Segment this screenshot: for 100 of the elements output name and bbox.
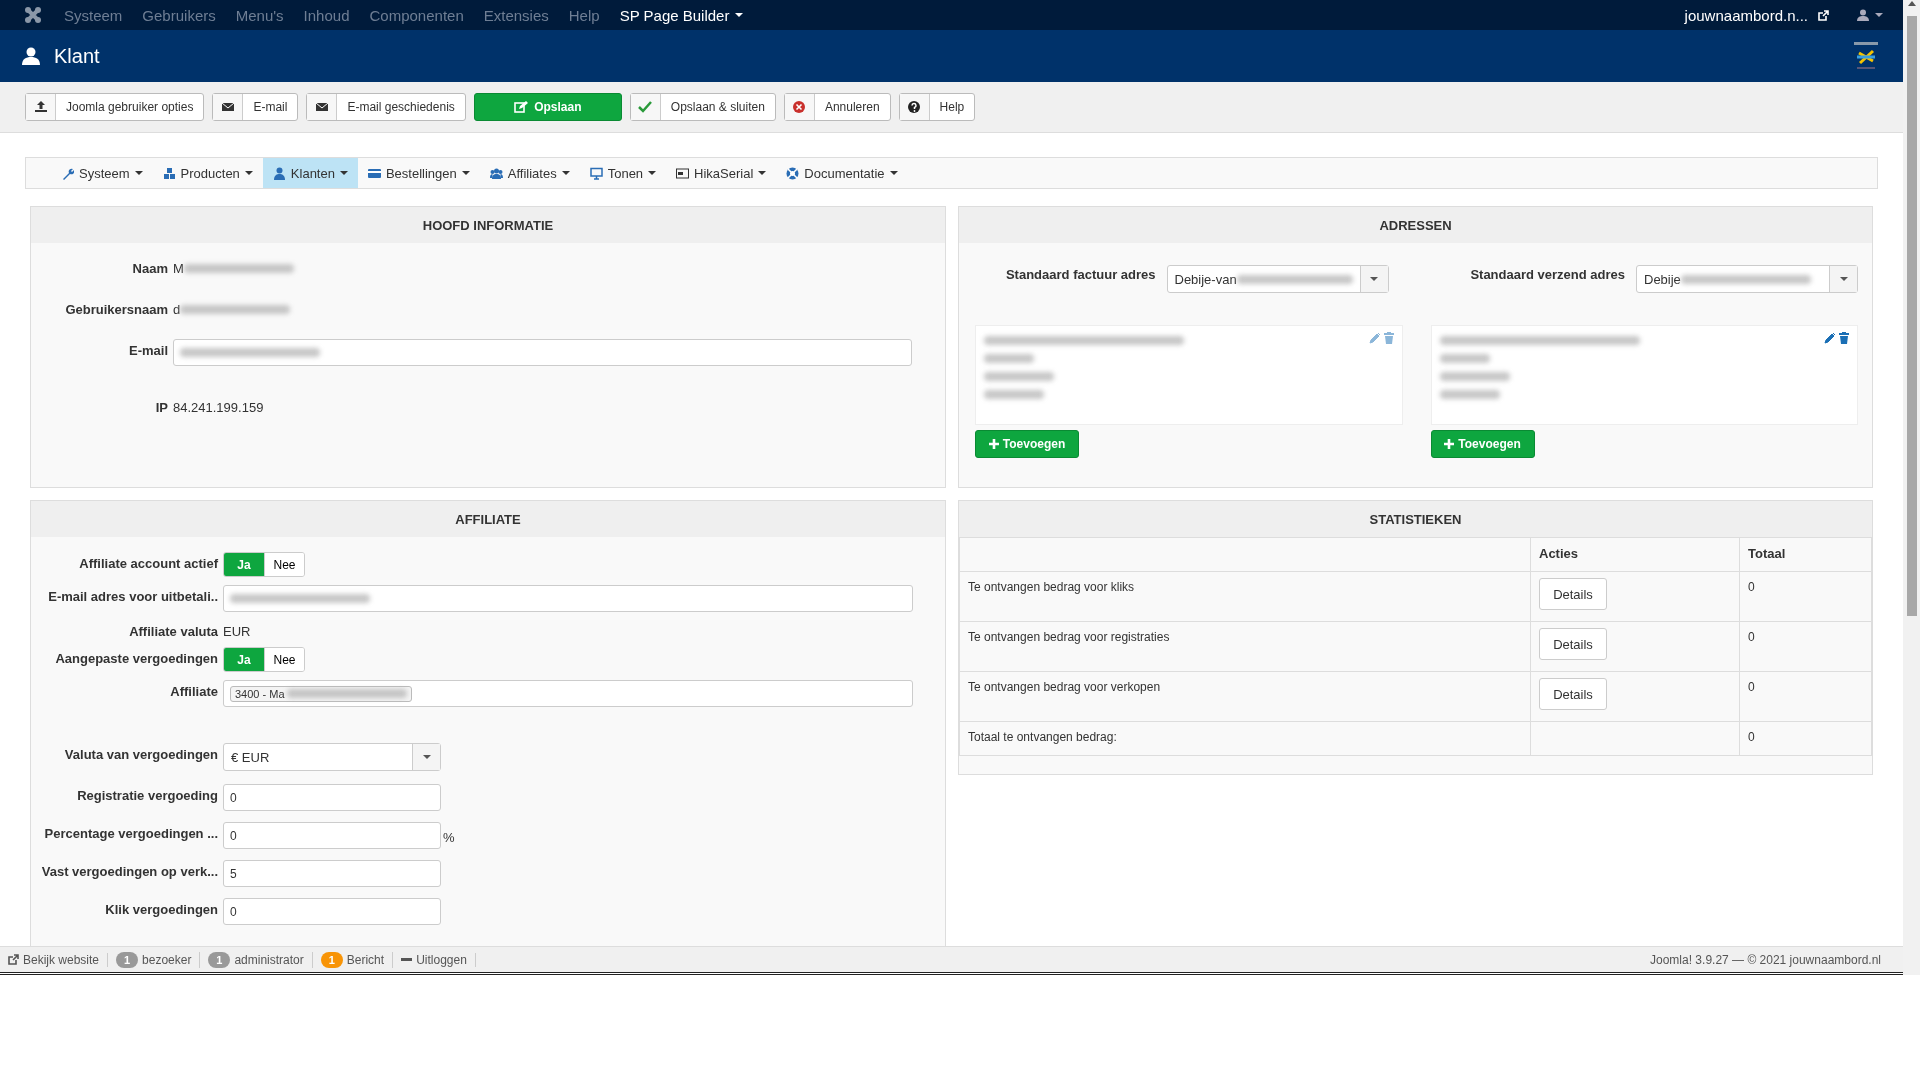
plus-icon [1444, 439, 1455, 449]
toggle-option[interactable]: Nee [264, 648, 304, 671]
field-label: Affiliate valuta [128, 623, 219, 639]
toggle-option[interactable]: Nee [264, 553, 304, 576]
lifebuoy-icon [786, 166, 800, 180]
submenu-tab[interactable]: HikaSerial [666, 158, 777, 188]
field-label: Standaard verzend adres [1470, 266, 1626, 282]
pencil-icon[interactable] [1824, 332, 1836, 344]
scroll-up-icon [1907, 0, 1916, 6]
monitor-icon [589, 166, 603, 180]
status-link[interactable]: Uitloggen [416, 952, 467, 967]
user-menu[interactable] [1857, 9, 1883, 21]
tag-label: 3400 - Ma [235, 687, 285, 700]
panel-title: AFFILIATE [31, 501, 945, 537]
submenu-tab[interactable]: Klanten [262, 158, 358, 188]
address-select[interactable]: Debije [1636, 265, 1858, 293]
trash-icon[interactable] [1839, 332, 1849, 344]
external-link-icon [1818, 9, 1829, 21]
toolbar-button[interactable]: Joomla gebruiker opties [25, 93, 205, 121]
number-field[interactable]: 5 [223, 860, 441, 887]
table-cell: 0 [1739, 721, 1872, 756]
upload-icon [33, 100, 48, 114]
blurred-text [1439, 390, 1500, 399]
version-text: Joomla! 3.9.27 — © 2021 jouwnaambord.nl [1650, 952, 1882, 967]
trash-icon[interactable] [1383, 332, 1394, 344]
field-label: Naam [131, 260, 169, 276]
user-icon [22, 47, 40, 65]
status-link[interactable]: Bericht [346, 952, 385, 967]
blurred-text [984, 390, 1044, 399]
toolbar-button[interactable]: E-mail geschiedenis [306, 93, 466, 121]
currency-select[interactable]: € EUR [223, 743, 441, 771]
menu-item[interactable]: Inhoud [303, 6, 350, 24]
column-header: Acties [1530, 537, 1740, 572]
credit-card-icon [367, 166, 381, 180]
field-label: Affiliate account actief [78, 555, 219, 571]
details-button[interactable]: Details [1539, 628, 1607, 660]
count-badge: 1 [208, 951, 231, 968]
toolbar-button[interactable]: Help [898, 93, 976, 121]
number-field[interactable]: 0 [223, 898, 441, 925]
table-cell: 0 [1739, 621, 1872, 672]
field-label: Standaard factuur adres [1005, 266, 1157, 282]
table-cell: Te ontvangen bedrag voor registraties [959, 621, 1531, 672]
user-icon [1857, 9, 1869, 21]
edit-icon [514, 100, 529, 114]
table-cell: Totaal te ontvangen bedrag: [959, 721, 1531, 756]
number-field[interactable]: 0 [223, 822, 441, 849]
blurred-text [1439, 372, 1510, 381]
field-value: d [173, 302, 181, 317]
details-button[interactable]: Details [1539, 678, 1607, 710]
field-label: Aangepaste vergoedingen [54, 650, 219, 666]
cubes-icon [162, 166, 176, 180]
menu-item[interactable]: Extensies [483, 6, 549, 24]
status-link[interactable]: bezoeker [142, 952, 192, 967]
menu-item[interactable]: Systeem [64, 6, 123, 24]
menu-item[interactable]: Gebruikers [142, 6, 216, 24]
toolbar-button[interactable]: Annuleren [783, 93, 891, 121]
toolbar-button[interactable]: E-mail [212, 93, 299, 121]
cancel-icon [792, 100, 807, 114]
address-select[interactable]: Debije-van [1166, 265, 1389, 293]
field-value: EUR [223, 623, 251, 639]
number-field[interactable]: 0 [223, 784, 441, 811]
wrench-icon [61, 166, 74, 180]
submenu-tab[interactable]: Affiliates [479, 158, 580, 188]
field-label: Registratie vergoeding [76, 787, 219, 803]
submenu-tab[interactable]: Systeem [51, 158, 153, 188]
users-icon [489, 166, 503, 180]
column-header: Totaal [1739, 537, 1872, 572]
submenu-tab[interactable]: Bestellingen [357, 158, 480, 188]
field-label: IP [154, 399, 169, 415]
panel-title: ADRESSEN [959, 207, 1872, 243]
scrollbar[interactable] [1903, 0, 1920, 975]
menu-item[interactable]: Menu's [235, 6, 284, 24]
joomla-logo-icon [24, 6, 42, 24]
envelope-icon [220, 100, 235, 114]
pencil-icon[interactable] [1368, 332, 1381, 344]
field-value: 84.241.199.159 [173, 400, 264, 415]
user-icon [272, 166, 286, 180]
help-icon [907, 100, 922, 114]
plus-icon [988, 439, 999, 449]
field-label: Klik vergoedingen [104, 901, 219, 917]
envelope-icon [314, 100, 329, 114]
email-field[interactable] [223, 585, 913, 612]
field-label: E-mail adres voor uitbetali.. [47, 588, 219, 604]
status-link[interactable]: Bekijk website [23, 952, 100, 967]
details-button[interactable]: Details [1539, 578, 1607, 610]
submenu-tab[interactable]: Documentatie [776, 158, 908, 188]
blurred-text [984, 372, 1054, 381]
menu-item[interactable]: Help [568, 6, 600, 24]
page-title: Klant [54, 44, 100, 68]
menu-item[interactable]: Componenten [369, 6, 464, 24]
field-label: Percentage vergoedingen ... [43, 825, 219, 841]
status-link[interactable]: administrator [234, 952, 304, 967]
submenu-tab[interactable]: Tonen [579, 158, 667, 188]
site-link[interactable]: jouwnaambord.n... [1684, 6, 1808, 24]
field-label: E-mail [128, 342, 169, 358]
submenu-tab[interactable]: Producten [152, 158, 263, 188]
email-field[interactable] [173, 339, 912, 366]
affiliate-field[interactable]: 3400 - Ma [223, 680, 913, 707]
toolbar-button[interactable]: Opslaan & sluiten [629, 93, 776, 121]
menu-item[interactable]: SP Page Builder [619, 6, 744, 24]
